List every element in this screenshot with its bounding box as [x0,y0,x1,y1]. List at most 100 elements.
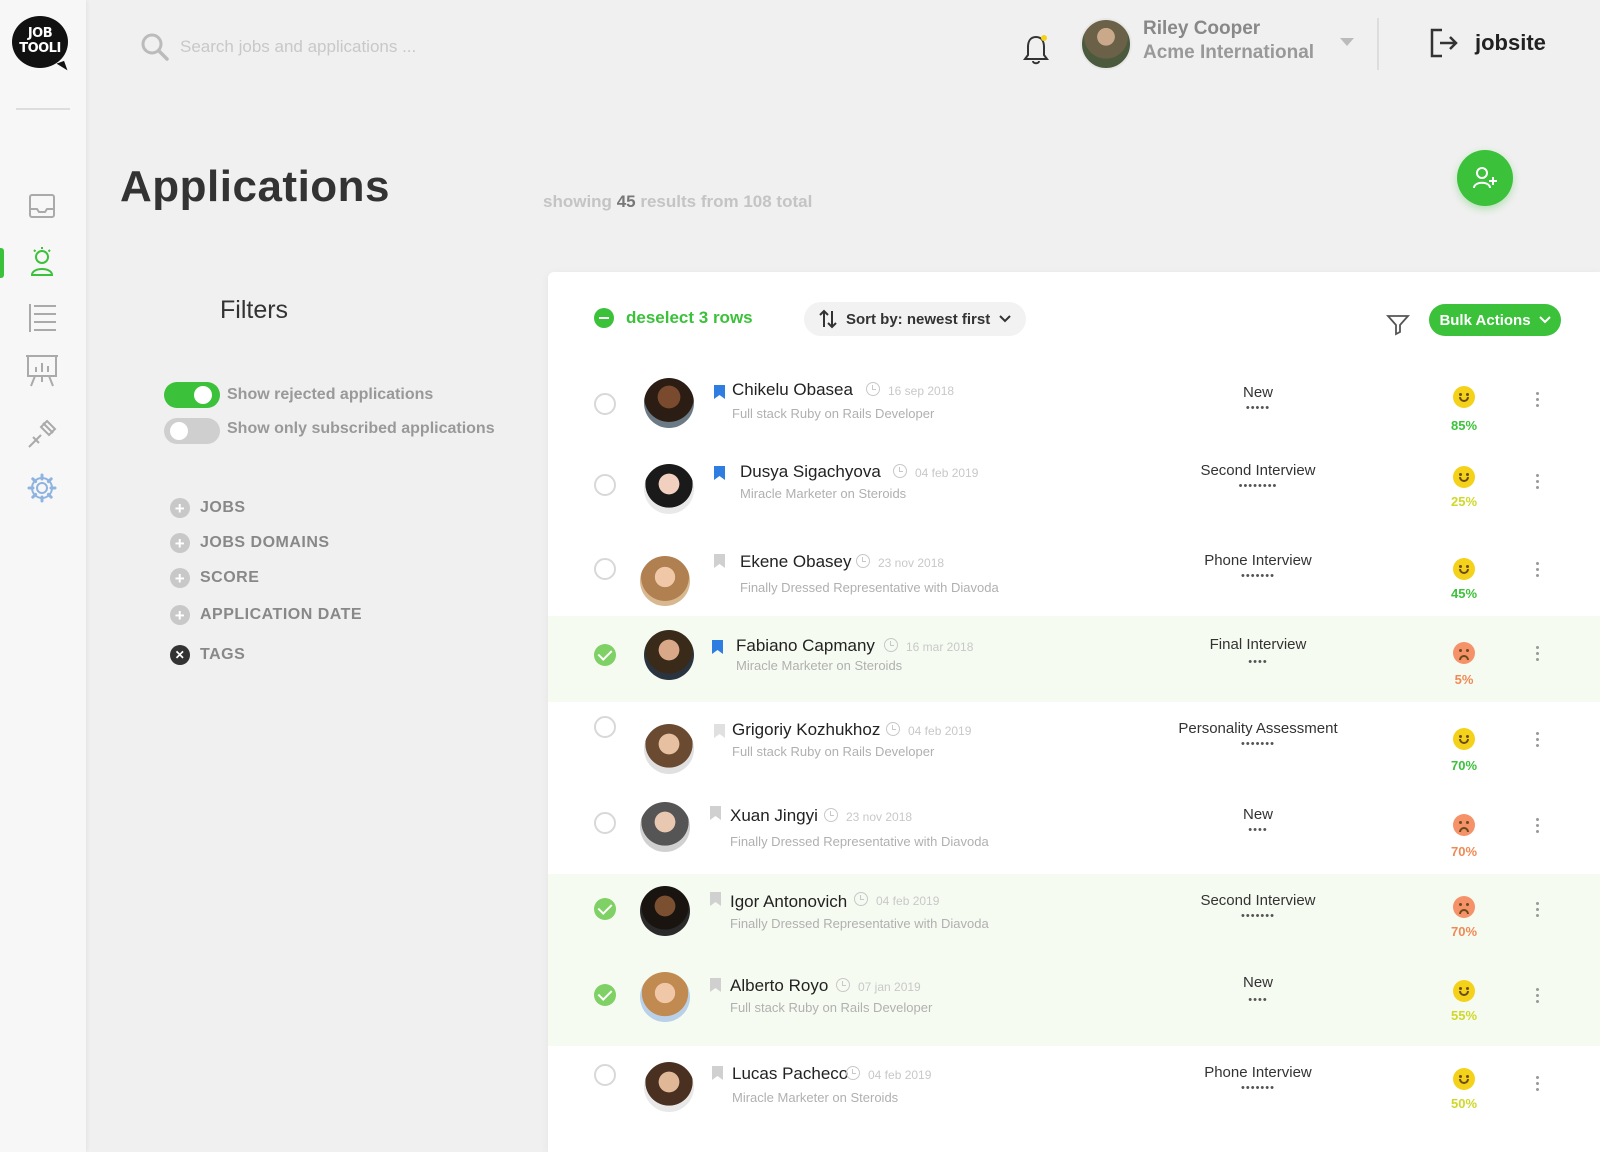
tools-icon[interactable] [22,414,62,454]
filter-category-jobs-domains[interactable]: + JOBS DOMAINS [170,533,330,553]
more-options-icon[interactable] [1532,818,1542,833]
bookmark-icon[interactable] [712,1066,723,1080]
sad-face-icon [1453,814,1475,836]
more-options-icon[interactable] [1532,474,1542,489]
filter-category-application-date[interactable]: + APPLICATION DATE [170,605,362,625]
avatar [644,464,694,514]
applicant-name[interactable]: Fabiano Capmany [736,636,875,656]
bookmark-icon[interactable] [714,466,725,480]
table-row[interactable]: Xuan Jingyi 23 nov 2018 Finally Dressed … [548,788,1600,874]
row-checkbox[interactable] [594,393,616,415]
applicant-name[interactable]: Igor Antonovich [730,892,847,912]
bookmark-icon[interactable] [710,806,721,820]
filter-category-jobs[interactable]: + JOBS [170,498,246,518]
plus-circle-icon: + [170,605,190,625]
clock-icon [893,464,907,478]
filter-category-score[interactable]: + SCORE [170,568,259,588]
row-checkbox[interactable] [594,1064,616,1086]
applicant-name[interactable]: Dusya Sigachyova [740,462,881,482]
inbox-icon[interactable] [22,186,62,226]
applicant-name[interactable]: Lucas Pacheco [732,1064,848,1084]
more-options-icon[interactable] [1532,392,1542,407]
bookmark-icon[interactable] [714,385,725,399]
candidates-icon[interactable] [22,242,62,282]
application-stage: New [1242,974,1273,991]
sort-label: Sort by: newest first [846,310,991,328]
sad-face-icon [1453,896,1475,918]
chevron-down-icon[interactable] [1340,38,1354,46]
table-row[interactable]: Grigoriy Kozhukhoz 04 feb 2019 Full stac… [548,702,1600,788]
minus-circle-icon [594,308,614,328]
row-checkbox-checked[interactable] [594,898,616,920]
applicant-name[interactable]: Ekene Obasey [740,552,852,572]
results-count: 45 [616,192,636,211]
logo-text-line1: JOB [27,26,53,41]
settings-gear-icon[interactable] [22,468,62,508]
table-row[interactable]: Fabiano Capmany 16 mar 2018 Miracle Mark… [548,616,1600,702]
table-row[interactable]: Alberto Royo 07 jan 2019 Full stack Ruby… [548,960,1600,1046]
table-row[interactable]: Chikelu Obasea 16 sep 2018 Full stack Ru… [548,360,1600,446]
clock-icon [836,978,850,992]
more-options-icon[interactable] [1532,902,1542,917]
applicant-name[interactable]: Xuan Jingyi [730,806,818,826]
presentation-chart-icon[interactable] [22,350,62,390]
more-options-icon[interactable] [1532,562,1542,577]
bookmark-icon[interactable] [712,640,723,654]
applicant-name[interactable]: Alberto Royo [730,976,828,996]
table-row[interactable]: Igor Antonovich 04 feb 2019 Finally Dres… [548,874,1600,960]
applicant-name[interactable]: Grigoriy Kozhukhoz [732,720,880,740]
more-options-icon[interactable] [1532,732,1542,747]
search-icon[interactable] [140,32,170,67]
row-checkbox[interactable] [594,558,616,580]
application-stage: New [1242,806,1273,823]
application-date: 23 nov 2018 [846,810,913,824]
avatar [644,724,694,774]
deselect-rows-button[interactable]: deselect 3 rows [594,308,753,328]
applicant-name[interactable]: Chikelu Obasea [732,380,853,400]
applicant-role: Miracle Marketer on Steroids [736,658,903,673]
add-candidate-button[interactable] [1457,150,1513,206]
more-options-icon[interactable] [1532,1076,1542,1091]
happy-face-icon [1453,466,1475,488]
more-options-icon[interactable] [1532,988,1542,1003]
row-checkbox[interactable] [594,812,616,834]
exit-icon[interactable] [1428,26,1460,65]
bookmark-icon[interactable] [710,892,721,906]
app-logo[interactable]: JOB TOOLI [12,16,68,68]
toggle-subscribed-only[interactable] [164,418,220,444]
application-stage: Second Interview [1200,892,1316,909]
chevron-down-icon [999,315,1011,323]
applicant-role: Full stack Ruby on Rails Developer [732,406,935,421]
notification-bell-icon[interactable] [1022,34,1050,71]
active-nav-indicator [0,248,4,278]
filter-funnel-icon[interactable] [1385,312,1411,341]
avatar [640,972,690,1022]
exit-jobsite-link[interactable]: jobsite [1475,30,1546,56]
row-checkbox-checked[interactable] [594,644,616,666]
stage-progress-dots: •••• [1248,824,1268,836]
deselect-label: deselect 3 rows [626,308,753,327]
filter-category-label: APPLICATION DATE [200,606,363,623]
more-options-icon[interactable] [1532,646,1542,661]
table-row[interactable]: Ekene Obasey 23 nov 2018 Finally Dressed… [548,530,1600,616]
score-value: 85% [1450,418,1478,433]
filter-category-tags[interactable]: ✕ TAGS [170,645,245,665]
table-row[interactable]: Dusya Sigachyova 04 feb 2019 Miracle Mar… [548,444,1600,530]
row-checkbox-checked[interactable] [594,984,616,1006]
row-checkbox[interactable] [594,716,616,738]
list-icon[interactable] [22,298,62,338]
bookmark-icon[interactable] [714,724,725,738]
score-value: 70% [1450,924,1478,939]
table-row[interactable]: Lucas Pacheco 04 feb 2019 Miracle Market… [548,1046,1600,1132]
score-value: 70% [1450,758,1478,773]
bulk-actions-button[interactable]: Bulk Actions [1429,304,1561,336]
search-input[interactable] [180,32,500,62]
sidebar-divider [16,108,70,110]
sort-dropdown[interactable]: Sort by: newest first [804,302,1027,336]
row-checkbox[interactable] [594,474,616,496]
user-avatar[interactable] [1080,18,1132,70]
bookmark-icon[interactable] [714,554,725,568]
toggle-show-rejected[interactable] [164,382,220,408]
toggle-label-subscribed-only: Show only subscribed applications [227,420,495,437]
bookmark-icon[interactable] [710,978,721,992]
